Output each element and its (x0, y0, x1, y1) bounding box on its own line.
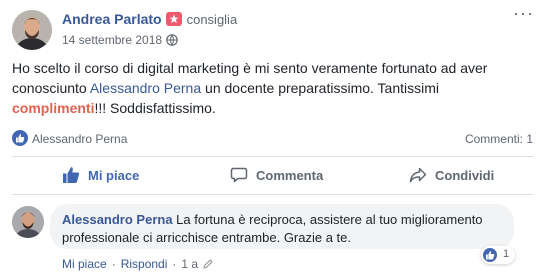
post-text-part2: un docente preparatissimo. Tantissimi (201, 80, 439, 96)
share-arrow-icon (409, 167, 427, 183)
share-button-label: Condividi (435, 168, 495, 183)
comment-like-link[interactable]: Mi piace (62, 257, 107, 271)
comment-like-count: 1 (503, 248, 510, 260)
divider (12, 156, 533, 157)
comment-button-label: Commenta (256, 168, 324, 183)
commenter-name[interactable]: Alessandro Perna (62, 212, 173, 227)
edit-pencil-icon[interactable] (202, 258, 214, 273)
globe-icon (166, 34, 178, 49)
comment-age[interactable]: 1 a (181, 257, 198, 271)
author-name[interactable]: Andrea Parlato (62, 11, 162, 27)
more-options-icon[interactable]: ··· (513, 4, 533, 24)
reactions-row: Alessandro Perna Commenti: 1 (12, 128, 533, 148)
separator: · (172, 257, 177, 271)
separator: · (111, 257, 116, 271)
post-date[interactable]: 14 settembre 2018 (62, 33, 162, 47)
post-highlight[interactable]: complimenti (12, 100, 94, 116)
post-text-part3: !!! Soddisfattissimo. (94, 100, 216, 116)
author-line: Andrea Parlato consiglia (62, 11, 237, 27)
commenter-avatar[interactable] (12, 206, 44, 238)
comment-bubble: Alessandro Perna La fortuna è reciproca,… (50, 204, 514, 249)
reactor-name[interactable]: Alessandro Perna (32, 132, 127, 146)
post-meta: 14 settembre 2018 (62, 33, 178, 49)
review-post: Andrea Parlato consiglia 14 settembre 201… (0, 0, 545, 277)
recommend-action: consiglia (186, 12, 238, 27)
divider (12, 194, 533, 195)
comments-count[interactable]: Commenti: 1 (465, 132, 533, 146)
like-button-label: Mi piace (88, 168, 140, 183)
comment-reaction-badge[interactable]: 1 (481, 246, 515, 264)
comment-actions: Mi piace · Rispondi · 1 a (62, 257, 214, 273)
like-reaction-icon (483, 248, 497, 262)
author-avatar[interactable] (12, 10, 52, 50)
like-reaction-icon[interactable] (12, 130, 28, 146)
thumb-up-icon (63, 167, 80, 183)
comment-bubble-icon (230, 167, 248, 183)
post-mention[interactable]: Alessandro Perna (90, 80, 201, 96)
comment-reply-link[interactable]: Rispondi (121, 257, 168, 271)
recommend-star-icon (165, 12, 182, 26)
post-text: Ho scelto il corso di digital marketing … (12, 58, 532, 118)
